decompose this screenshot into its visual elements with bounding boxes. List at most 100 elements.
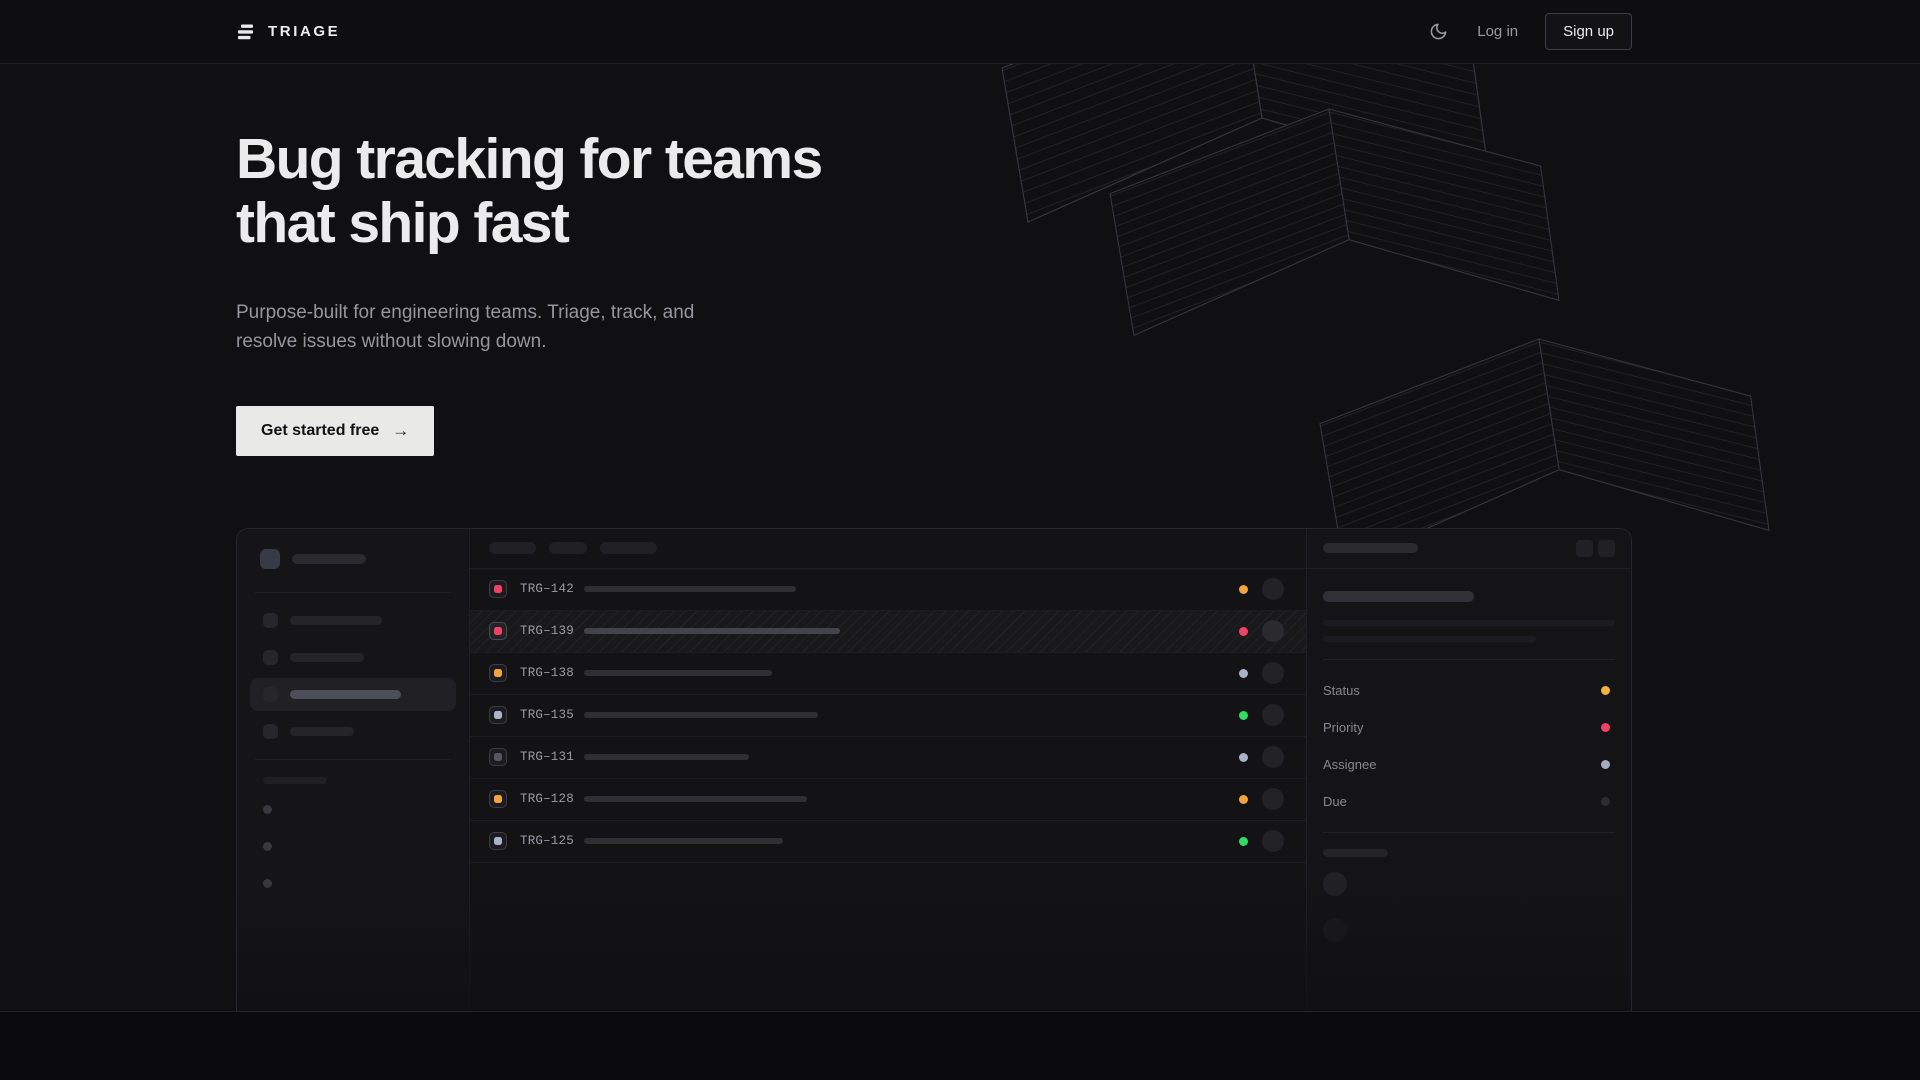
skeleton-pill [263, 777, 327, 784]
issue-id: TRG–142 [520, 582, 584, 596]
page-title: Bug tracking for teams that ship fast [236, 128, 1920, 256]
workspace-row [260, 549, 469, 569]
issue-detail-panel: Status Priority Assignee Due [1306, 529, 1631, 1012]
detail-field: Due [1323, 783, 1615, 820]
skeleton-pill [290, 653, 364, 662]
due-dot [1601, 797, 1610, 806]
issue-id: TRG–125 [520, 834, 584, 848]
issue-type-icon [489, 706, 507, 724]
skeleton-line [1323, 620, 1615, 626]
detail-field: Priority [1323, 709, 1615, 746]
avatar [1262, 830, 1284, 852]
issue-list: TRG–142 TRG–139 TRG–138 [470, 529, 1306, 1012]
issue-type-icon [489, 790, 507, 808]
priority-dot [1601, 723, 1610, 732]
detail-field: Assignee [1323, 746, 1615, 783]
skeleton-pill [290, 616, 382, 625]
skeleton-pill [1323, 849, 1388, 857]
avatar [1323, 872, 1347, 896]
skeleton-line [1323, 636, 1536, 642]
issue-type-icon [489, 580, 507, 598]
issue-row: TRG–142 [470, 569, 1306, 611]
skeleton-pill [292, 554, 366, 564]
footer-strip [0, 1012, 1920, 1080]
issue-title-skeleton [584, 712, 818, 718]
hero-subtitle: Purpose-built for engineering teams. Tri… [236, 298, 1920, 356]
issue-row-selected: TRG–139 [470, 611, 1306, 653]
sidebar-dot [263, 805, 272, 814]
issue-title-skeleton [584, 670, 772, 676]
issue-title-skeleton [584, 628, 840, 634]
skeleton-pill [1323, 543, 1418, 553]
theme-toggle-moon-icon[interactable] [1427, 20, 1450, 43]
sidebar-item-icon [263, 613, 278, 628]
issue-title-skeleton [584, 796, 807, 802]
issue-row: TRG–135 [470, 695, 1306, 737]
field-label: Status [1323, 683, 1360, 698]
status-dot [1239, 753, 1248, 762]
issue-type-icon [489, 622, 507, 640]
arrow-right-icon: → [392, 421, 409, 441]
field-label: Due [1323, 794, 1347, 809]
divider [255, 592, 451, 593]
divider [1323, 659, 1615, 660]
field-label: Assignee [1323, 757, 1376, 772]
top-nav: TRIAGE Log in Sign up [0, 0, 1920, 64]
brand-lockup: TRIAGE [236, 23, 340, 40]
detail-action-button [1576, 540, 1593, 557]
issue-title-skeleton [584, 838, 783, 844]
hero-section: Bug tracking for teams that ship fast Pu… [0, 64, 1920, 1012]
product-mockup-card: TRG–142 TRG–139 TRG–138 [236, 528, 1632, 1012]
sidebar-item-icon [263, 650, 278, 665]
detail-field: Status [1323, 672, 1615, 709]
issue-row: TRG–128 [470, 779, 1306, 821]
triage-logo-icon [236, 24, 256, 40]
avatar [1262, 746, 1284, 768]
issue-row: TRG–125 [470, 821, 1306, 863]
status-dot [1239, 795, 1248, 804]
issue-id: TRG–135 [520, 708, 584, 722]
assignee-dot [1601, 760, 1610, 769]
sidebar-dot [263, 842, 272, 851]
status-dot [1239, 627, 1248, 636]
status-dot [1239, 585, 1248, 594]
signup-button[interactable]: Sign up [1545, 13, 1632, 50]
detail-header [1307, 529, 1631, 569]
skeleton-pill [290, 690, 401, 699]
sidebar-item [237, 602, 469, 639]
status-dot [1239, 669, 1248, 678]
issue-row: TRG–138 [470, 653, 1306, 695]
avatar [1262, 788, 1284, 810]
skeleton-pill [549, 542, 587, 554]
login-link[interactable]: Log in [1477, 23, 1518, 40]
avatar [1262, 662, 1284, 684]
mockup-sidebar [237, 529, 470, 1012]
avatar [1323, 918, 1347, 942]
divider [255, 759, 451, 760]
issue-type-icon [489, 748, 507, 766]
avatar [1262, 620, 1284, 642]
skeleton-pill [600, 542, 657, 554]
issue-id: TRG–139 [520, 624, 584, 638]
list-header [470, 529, 1306, 569]
sidebar-dot [263, 879, 272, 888]
detail-action-button [1598, 540, 1615, 557]
avatar [1262, 578, 1284, 600]
get-started-button[interactable]: Get started free → [236, 406, 434, 456]
status-dot [1601, 686, 1610, 695]
issue-type-icon [489, 832, 507, 850]
avatar [1262, 704, 1284, 726]
issue-id: TRG–128 [520, 792, 584, 806]
divider [1323, 832, 1615, 833]
skeleton-pill [489, 542, 536, 554]
sidebar-item-icon [263, 687, 278, 702]
brand-name: TRIAGE [268, 23, 340, 40]
sidebar-item-active [250, 678, 456, 711]
status-dot [1239, 837, 1248, 846]
sidebar-item [237, 639, 469, 676]
skeleton-title [1323, 591, 1474, 602]
issue-id: TRG–131 [520, 750, 584, 764]
issue-title-skeleton [584, 586, 796, 592]
field-label: Priority [1323, 720, 1363, 735]
issue-id: TRG–138 [520, 666, 584, 680]
